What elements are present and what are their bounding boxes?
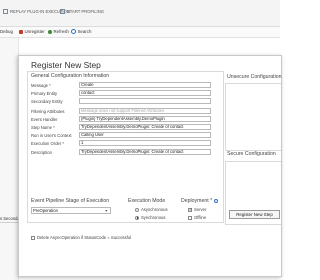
run-context-label: Run in User's Context — [31, 133, 72, 138]
debug-label: Debug — [0, 29, 13, 34]
radio-icon — [135, 207, 139, 212]
debug-button[interactable]: Debug — [0, 29, 13, 34]
synchronous-radio[interactable]: Synchronous — [135, 215, 165, 220]
app-top-bar: REPLAY PLUG-IN EXECUTION START PROFILING — [0, 0, 280, 27]
description-label: Description — [31, 150, 52, 155]
filtering-attributes-field[interactable]: Message does not support Filtered Attrib… — [79, 108, 211, 114]
execution-order-row: Execution Order * 1 — [31, 140, 216, 146]
unsecure-configuration-box[interactable] — [225, 83, 281, 151]
asynchronous-radio[interactable]: Asynchronous — [135, 207, 168, 212]
description-row: Description TryDependentAssembly.DemoPlu… — [31, 149, 216, 155]
search-button[interactable]: Search — [71, 29, 91, 34]
checkbox-icon — [188, 215, 192, 220]
register-step-dialog: Register New Step General Configuration … — [18, 55, 282, 277]
asynchronous-label: Asynchronous — [141, 207, 168, 212]
step-name-field[interactable]: TryDependentAssembly.DemoPlugin: Create … — [79, 124, 211, 130]
delete-async-label: Delete AsyncOperation if StatusCode = Su… — [37, 235, 132, 240]
execution-mode-title: Execution Mode — [128, 198, 166, 204]
refresh-label: Refresh — [53, 29, 69, 34]
search-label: Search — [77, 29, 92, 34]
configuration-side-panel: Unsecure Configuration Secure Configurat… — [225, 71, 282, 225]
background-divider — [0, 222, 18, 223]
refresh-button[interactable]: Refresh — [48, 29, 69, 34]
primary-entity-row: Primary Entity contact — [31, 90, 216, 96]
pipeline-stage-select[interactable]: PreOperation ▼ — [31, 207, 111, 214]
run-context-row: Run in User's Context Calling User — [31, 132, 216, 138]
deploy-server-label: Server — [194, 207, 207, 212]
profiler-icon — [60, 9, 65, 14]
filtering-attributes-row: Filtering Attributes Message does not su… — [31, 108, 216, 114]
radio-selected-icon — [135, 215, 139, 220]
secondary-entity-field[interactable] — [79, 98, 211, 104]
unregister-icon — [19, 29, 23, 34]
dialog-title: Register New Step — [31, 60, 101, 70]
unregister-button[interactable]: Unregister — [19, 29, 45, 34]
deploy-server-checkbox[interactable]: Server — [188, 207, 206, 212]
secondary-entity-label: Secondary Entity — [31, 99, 63, 104]
message-field[interactable]: Create — [79, 82, 211, 88]
search-icon — [71, 29, 76, 34]
primary-entity-label: Primary Entity — [31, 91, 58, 96]
secondary-entity-row: Secondary Entity — [31, 98, 216, 104]
general-section-title: General Configuration Information — [31, 73, 110, 79]
pipeline-stage-value: PreOperation — [33, 208, 58, 213]
filtering-attributes-label: Filtering Attributes — [31, 109, 65, 114]
chevron-down-icon: ▼ — [104, 209, 108, 213]
run-context-field[interactable]: Calling User — [79, 132, 211, 138]
checkbox-checked-icon — [188, 207, 192, 212]
execution-order-label: Execution Order * — [31, 141, 65, 146]
deploy-offline-checkbox[interactable]: Offline — [188, 215, 206, 220]
replay-icon — [3, 9, 8, 14]
info-icon — [214, 199, 219, 203]
execution-order-field[interactable]: 1 — [79, 140, 211, 146]
message-label: Message * — [31, 83, 51, 88]
message-row: Message * Create — [31, 82, 216, 88]
unregister-label: Unregister — [24, 29, 45, 34]
refresh-icon — [48, 29, 52, 34]
event-handler-label: Event Handler — [31, 117, 58, 122]
step-name-row: Step Name * TryDependentAssembly.DemoPlu… — [31, 124, 216, 130]
main-toolbar: Debug Unregister Refresh Search — [0, 27, 280, 38]
plugin-tree-pane[interactable] — [0, 38, 19, 280]
register-new-step-button[interactable]: Register New Step — [229, 210, 280, 219]
start-profiling-button[interactable]: START PROFILING — [60, 9, 104, 14]
pipeline-stage-title: Event Pipeline Stage of Execution — [31, 198, 110, 204]
deployment-title: Deployment * — [181, 198, 219, 204]
general-configuration-panel: General Configuration Information Messag… — [27, 71, 224, 223]
deploy-offline-label: Offline — [194, 215, 207, 220]
unsecure-configuration-title: Unsecure Configuration — [227, 74, 282, 80]
delete-async-checkbox[interactable]: Delete AsyncOperation if StatusCode = Su… — [31, 235, 131, 240]
primary-entity-field[interactable]: contact — [79, 90, 211, 96]
checkbox-icon — [31, 235, 35, 240]
secure-configuration-title: Secure Configuration — [227, 151, 276, 157]
event-handler-field[interactable]: (Plugin) TryDependentAssembly.DemoPlugin — [79, 116, 211, 122]
description-field[interactable]: TryDependentAssembly.DemoPlugin: Create … — [79, 149, 211, 155]
start-profiling-label: START PROFILING — [67, 9, 104, 14]
step-name-label: Step Name * — [31, 125, 55, 130]
event-handler-row: Event Handler (Plugin) TryDependentAssem… — [31, 116, 216, 122]
synchronous-label: Synchronous — [141, 215, 166, 220]
deployment-title-text: Deployment * — [181, 198, 213, 204]
